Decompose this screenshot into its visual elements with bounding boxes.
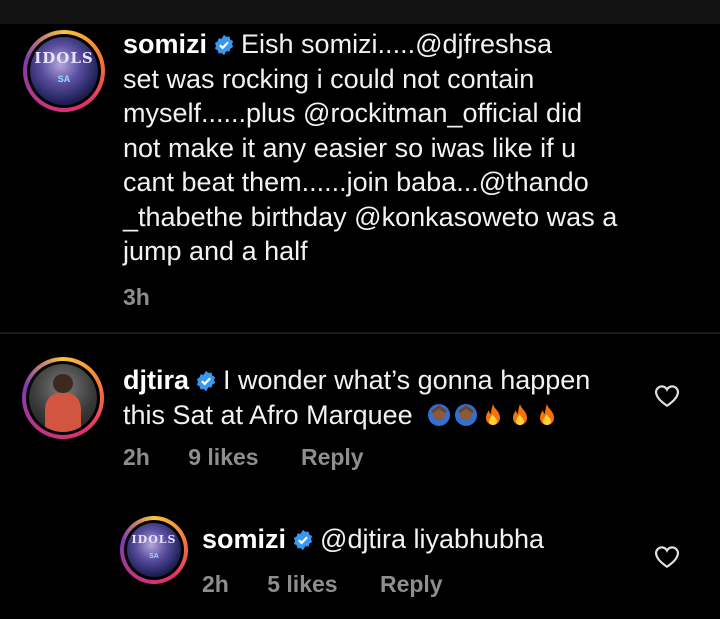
- comment-line: not make it any easier so iwas like if u: [123, 132, 577, 163]
- username[interactable]: somizi: [202, 524, 286, 554]
- fire-emoji: [540, 403, 555, 425]
- verified-badge-icon: [214, 34, 234, 56]
- comment-meta: 3h: [123, 284, 150, 311]
- verified-badge-icon: [196, 370, 216, 392]
- likes-count[interactable]: 9 likes: [188, 444, 258, 471]
- username[interactable]: djtira: [123, 365, 189, 395]
- comment-line: cant beat them......join baba...@thando: [123, 167, 589, 197]
- person-facepalming-emoji: [428, 403, 451, 426]
- avatar[interactable]: [22, 357, 104, 439]
- avatar-logo-sub: SA: [149, 552, 159, 560]
- comment-line: _thabethe birthday @konkasoweto was a: [123, 201, 618, 232]
- comment-line: this Sat at Afro Marquee: [123, 399, 413, 430]
- comment-line: @djtira liyabhubha: [320, 524, 545, 554]
- comment-line: set was rocking i could not contain: [123, 63, 535, 94]
- comment-text: somizi Eish somizi.....@djfreshsa set was…: [123, 27, 617, 269]
- avatar[interactable]: IDOLS SA: [23, 30, 105, 112]
- comment-line: Eish somizi.....@djfreshsa: [241, 29, 553, 59]
- comment-text: somizi @djtira liyabhubha: [202, 522, 544, 557]
- fire-emoji: [486, 403, 501, 425]
- avatar-logo-text: IDOLS: [34, 49, 94, 68]
- avatar-logo-sub: SA: [57, 74, 71, 85]
- timestamp[interactable]: 3h: [123, 284, 150, 311]
- reply-button[interactable]: Reply: [301, 444, 364, 471]
- reply-button[interactable]: Reply: [380, 571, 443, 598]
- comment-meta: 2h 5 likes Reply: [202, 571, 443, 598]
- comment-line: I wonder what’s gonna happen: [223, 365, 591, 395]
- username[interactable]: somizi: [123, 29, 207, 59]
- comment-line: myself......plus @rockitman_official did: [123, 98, 583, 128]
- heart-outline-icon[interactable]: [654, 384, 680, 408]
- divider: [0, 332, 720, 334]
- status-bar: [0, 0, 720, 24]
- avatar-logo-text: IDOLS: [131, 532, 177, 546]
- heart-outline-icon[interactable]: [654, 545, 680, 569]
- timestamp[interactable]: 2h: [202, 571, 229, 598]
- avatar[interactable]: IDOLS SA: [120, 516, 188, 584]
- comment-meta: 2h 9 likes Reply: [123, 444, 364, 471]
- fire-emoji: [513, 403, 528, 425]
- timestamp[interactable]: 2h: [123, 444, 150, 471]
- verified-badge-icon: [293, 529, 313, 551]
- comment-line: jump and a half: [123, 236, 308, 266]
- comment-text: djtira I wonder what’s gonna happen this …: [123, 363, 590, 432]
- person-facepalming-emoji: [455, 403, 478, 426]
- likes-count[interactable]: 5 likes: [267, 571, 337, 598]
